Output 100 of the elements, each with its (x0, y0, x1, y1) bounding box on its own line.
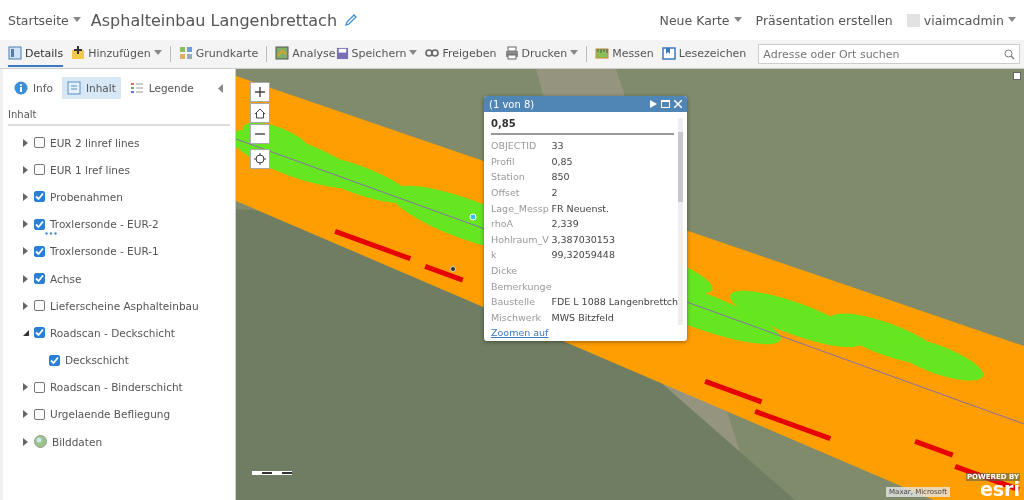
scrollbar[interactable] (678, 118, 683, 326)
search-icon[interactable] (1004, 49, 1016, 60)
expand-arrow-icon[interactable] (23, 410, 29, 419)
field-value: 2,339 (551, 217, 580, 232)
pencil-icon[interactable] (345, 14, 358, 26)
layer-row[interactable]: Bilddaten (3, 428, 235, 456)
layer-row[interactable]: Achse (3, 264, 235, 293)
bookmark-icon (661, 46, 676, 60)
layer-row[interactable]: Urgelaende Befliegung (3, 400, 235, 429)
field-name: Hohlraum_V (491, 231, 552, 248)
header-menu-item[interactable]: Präsentation erstellen (755, 12, 893, 28)
toolbar-button[interactable]: Hinzufügen (71, 41, 162, 67)
expand-arrow-icon[interactable] (23, 138, 29, 147)
expand-arrow-icon[interactable] (23, 274, 29, 283)
caret-icon (570, 50, 579, 56)
layer-checkbox[interactable] (34, 245, 45, 257)
popup-title: 0,85 (491, 116, 675, 135)
link-icon (425, 48, 440, 58)
toolbar-button[interactable]: Speichern (335, 41, 418, 67)
expand-arrow-icon[interactable] (23, 220, 29, 229)
layer-row[interactable]: Probenahmen (3, 183, 235, 211)
field-value: FR Neuenst. (551, 201, 611, 216)
toolbar-button[interactable]: Grundkarte (178, 41, 259, 67)
layer-name[interactable]: Troxlersonde - EUR-2 (50, 218, 159, 231)
layer-checkbox[interactable] (34, 300, 45, 312)
layer-name[interactable]: Roadscan - Binderschicht (50, 381, 183, 394)
panel-tab[interactable]: Inhalt (61, 77, 121, 99)
layer-name[interactable]: Lieferscheine Asphalteinbau (50, 299, 199, 312)
map-title: Asphalteinbau Langenbrettach (90, 10, 338, 30)
layer-row[interactable]: Roadscan - Deckschicht (3, 319, 235, 347)
layer-checkbox[interactable] (34, 218, 45, 230)
layer-name[interactable]: Bilddaten (52, 435, 103, 448)
caret-icon (733, 17, 742, 23)
caret-icon (1008, 17, 1016, 23)
toolbar-button[interactable]: Lesezeichen (661, 41, 747, 67)
layer-checkbox[interactable] (34, 164, 45, 176)
expand-arrow-icon[interactable] (23, 301, 29, 310)
fullscreen-icon[interactable] (1013, 72, 1021, 80)
field-name: Mischwerk (491, 309, 552, 326)
toolbar-button[interactable]: Freigeben (425, 41, 497, 67)
field-value: 3,387030153 (551, 232, 616, 247)
field-value: FDE L 1088 Langenbrettch (551, 295, 679, 310)
layer-row[interactable]: EUR 2 linref lines (3, 129, 235, 157)
plus-icon (255, 87, 265, 97)
layer-row[interactable]: Lieferscheine Asphalteinbau (3, 292, 235, 320)
expand-arrow-icon[interactable] (23, 437, 29, 446)
field-name: Profil (491, 153, 552, 170)
layer-row[interactable]: Deckschicht (3, 346, 235, 374)
home-menu[interactable]: Startseite (8, 12, 81, 28)
header-menu-item[interactable]: Neue Karte (659, 12, 742, 28)
layer-name[interactable]: Urgelaende Befliegung (50, 408, 171, 421)
esri-logo: esri (979, 481, 1020, 498)
field-value: 99,32059448 (551, 248, 616, 263)
home-icon (254, 107, 266, 119)
layer-checkbox[interactable] (34, 273, 45, 285)
field-name: Station (491, 169, 552, 185)
expand-arrow-icon[interactable] (23, 192, 29, 201)
layer-name[interactable]: Deckschicht (65, 354, 129, 367)
home-button[interactable] (250, 103, 270, 123)
header-menu-item[interactable]: viaimcadmin (906, 12, 1016, 28)
collapse-panel-icon[interactable] (218, 83, 223, 93)
layer-checkbox[interactable] (49, 354, 60, 366)
layer-checkbox[interactable] (34, 381, 45, 393)
layer-name[interactable]: Troxlersonde - EUR-1 (50, 245, 159, 258)
toolbar-button[interactable]: Analyse (275, 41, 336, 67)
field-name: Dicke (491, 264, 519, 279)
layer-name[interactable]: Roadscan - Deckschicht (50, 326, 175, 339)
layer-row[interactable]: EUR 1 lref lines (3, 156, 235, 184)
field-value: MWS Bitzfeld (551, 310, 615, 325)
panel-tab[interactable]: Info (9, 77, 58, 99)
layer-checkbox[interactable] (34, 191, 45, 203)
popup-counter: (1 von 8) (489, 98, 535, 110)
zoom-out-button[interactable] (250, 124, 270, 144)
field-name: Baustelle (491, 293, 552, 310)
expand-arrow-icon[interactable] (23, 247, 29, 256)
expand-arrow-icon[interactable] (23, 383, 29, 392)
layer-name[interactable]: Achse (50, 272, 82, 285)
toolbar-button[interactable]: Drucken (504, 41, 579, 67)
layer-name[interactable]: Probenahmen (50, 190, 123, 203)
toolbar-button[interactable]: Messen (595, 41, 654, 67)
layer-checkbox[interactable] (34, 408, 45, 420)
layer-row[interactable]: Troxlersonde - EUR-1 (3, 237, 235, 265)
next-icon[interactable] (650, 100, 657, 108)
close-icon[interactable] (674, 100, 682, 108)
layer-name[interactable]: EUR 2 linref lines (50, 136, 140, 149)
search-field[interactable]: Adresse oder Ort suchen (758, 44, 1021, 64)
layer-checkbox[interactable] (34, 327, 45, 339)
field-value: 33 (551, 139, 565, 154)
zoom-to-link[interactable]: Zoomen auf (484, 325, 687, 342)
zoom-in-button[interactable] (250, 82, 270, 102)
maximize-icon[interactable] (661, 100, 670, 108)
analysis-icon (275, 46, 290, 60)
layer-name[interactable]: EUR 1 lref lines (50, 163, 130, 176)
panel-tab[interactable]: Legende (124, 77, 199, 99)
collapse-arrow-icon[interactable] (23, 328, 29, 337)
expand-arrow-icon[interactable] (23, 165, 29, 174)
layer-row[interactable]: Roadscan - Binderschicht (3, 373, 235, 401)
toolbar-button[interactable]: Details (8, 41, 64, 67)
locate-button[interactable] (250, 149, 270, 169)
layer-checkbox[interactable] (34, 137, 45, 149)
